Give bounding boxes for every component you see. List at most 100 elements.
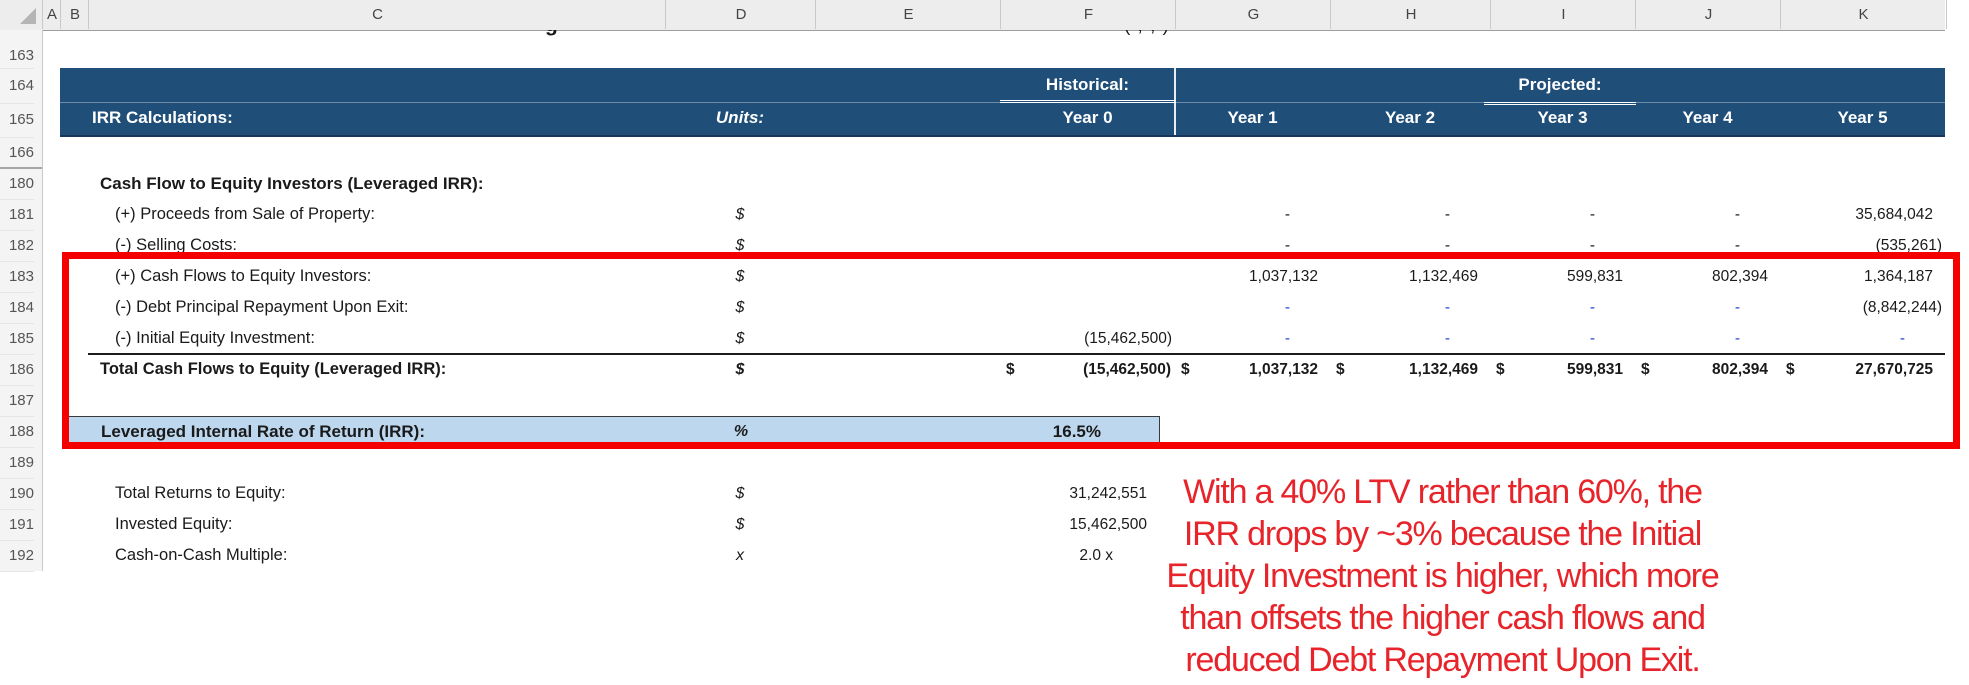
units-cell[interactable]: $ (665, 509, 815, 540)
year0-value-cell[interactable]: (15,462,500) (1000, 323, 1175, 354)
leveraged-irr-highlight-row[interactable]: Leveraged Internal Rate of Return (IRR):… (62, 416, 1160, 447)
year1-value-cell[interactable]: - (1175, 292, 1330, 323)
row-label-cell[interactable]: (-) Selling Costs: (115, 230, 237, 261)
row-cash-flows-to-equity: (+) Cash Flows to Equity Investors: $ 1,… (0, 261, 1969, 292)
units-cell[interactable]: $ (665, 199, 815, 230)
year5-header-cell[interactable]: Year 5 (1780, 103, 1945, 135)
units-cell[interactable]: $ (665, 292, 815, 323)
year3-total-cell[interactable]: $ 599,831 (1490, 354, 1635, 385)
row-header-187[interactable]: 187 (0, 385, 34, 417)
year5-value-cell[interactable]: (535,261) (1780, 230, 1945, 261)
column-header-K[interactable]: K (1780, 0, 1947, 29)
year2-value-cell[interactable]: - (1330, 199, 1490, 230)
year2-value-cell[interactable]: 1,132,469 (1330, 261, 1490, 292)
year3-value-cell[interactable]: - (1490, 230, 1635, 261)
year3-value-cell[interactable]: - (1490, 292, 1635, 323)
units-header-cell[interactable]: Units: (665, 103, 815, 135)
row-header-164[interactable]: 164 (0, 68, 34, 104)
year3-value-cell[interactable]: - (1490, 199, 1635, 230)
row-label-cell[interactable]: (-) Debt Principal Repayment Upon Exit: (115, 292, 408, 323)
row-selling-costs: (-) Selling Costs: $ - - - - (535,261) (0, 230, 1969, 261)
year5-value-cell[interactable]: 1,364,187 (1780, 261, 1945, 292)
column-header-G[interactable]: G (1175, 0, 1331, 29)
row-label-cell[interactable]: Invested Equity: (115, 509, 232, 540)
historical-header-cell[interactable]: Historical: (1000, 68, 1175, 103)
year5-value-cell[interactable]: 35,684,042 (1780, 199, 1945, 230)
year4-header-cell[interactable]: Year 4 (1635, 103, 1780, 135)
column-header-F[interactable]: F (1000, 0, 1176, 29)
row-header-189[interactable]: 189 (0, 447, 34, 479)
row-header-188[interactable]: 188 (0, 416, 34, 448)
column-header-C[interactable]: C (88, 0, 666, 29)
year4-value-cell[interactable]: - (1635, 230, 1780, 261)
currency-symbol: $ (1181, 361, 1190, 378)
column-header-H[interactable]: H (1330, 0, 1491, 29)
year2-total-cell[interactable]: $ 1,132,469 (1330, 354, 1490, 385)
currency-symbol: $ (1786, 361, 1795, 378)
spreadsheet: A B C D E F G H I J K 163 164 165 166 18… (0, 0, 1969, 685)
row-label-cell[interactable]: (+) Cash Flows to Equity Investors: (115, 261, 371, 292)
column-header-B[interactable]: B (60, 0, 89, 29)
year4-total-cell[interactable]: $ 802,394 (1635, 354, 1780, 385)
section-title-cell[interactable]: Cash Flow to Equity Investors (Leveraged… (100, 168, 484, 199)
irr-calculations-title-cell[interactable]: IRR Calculations: (92, 103, 233, 135)
row-label-cell[interactable]: (-) Initial Equity Investment: (115, 323, 315, 354)
annotation-line: Equity Investment is higher, which more (1166, 557, 1719, 595)
row-header-166[interactable]: 166 (0, 137, 34, 169)
year1-value-cell[interactable]: - (1175, 323, 1330, 354)
year4-value-cell[interactable]: - (1635, 199, 1780, 230)
column-header-D[interactable]: D (665, 0, 816, 29)
currency-symbol: $ (1336, 361, 1345, 378)
total-value: 27,670,725 (1855, 361, 1933, 378)
currency-symbol: $ (1496, 361, 1505, 378)
year5-value-cell[interactable]: - (1780, 323, 1945, 354)
year2-value-cell[interactable]: - (1330, 230, 1490, 261)
year3-value-cell[interactable]: 599,831 (1490, 261, 1635, 292)
units-cell[interactable]: $ (665, 354, 815, 385)
units-cell[interactable]: $ (665, 323, 815, 354)
units-cell[interactable]: x (665, 540, 815, 571)
units-cell[interactable]: $ (665, 230, 815, 261)
year3-value-cell[interactable]: - (1490, 323, 1635, 354)
year2-header-cell[interactable]: Year 2 (1330, 103, 1490, 135)
year0-total-cell[interactable]: $ (15,462,500) (1000, 354, 1175, 385)
select-all-corner[interactable] (0, 0, 43, 29)
column-header-A[interactable]: A (42, 0, 61, 29)
year0-header-cell[interactable]: Year 0 (1000, 103, 1175, 135)
row-proceeds-from-sale: (+) Proceeds from Sale of Property: $ - … (0, 199, 1969, 230)
row-label-cell[interactable]: Total Returns to Equity: (115, 478, 286, 509)
row-header-163[interactable]: 163 (0, 44, 34, 69)
total-value: 1,132,469 (1409, 361, 1478, 378)
year5-value-cell[interactable]: (8,842,244) (1780, 292, 1945, 323)
clipped-value-fragment: ( , , ) (1000, 30, 1170, 37)
year1-value-cell[interactable]: - (1175, 230, 1330, 261)
units-cell[interactable]: $ (665, 478, 815, 509)
column-header-I[interactable]: I (1490, 0, 1636, 29)
year2-value-cell[interactable]: - (1330, 292, 1490, 323)
units-cell[interactable]: $ (665, 261, 815, 292)
row-label-cell[interactable]: Cash-on-Cash Multiple: (115, 540, 287, 571)
year1-total-cell[interactable]: $ 1,037,132 (1175, 354, 1330, 385)
row-total-cash-flows: Total Cash Flows to Equity (Leveraged IR… (0, 354, 1969, 385)
year4-value-cell[interactable]: - (1635, 323, 1780, 354)
projected-header-cell[interactable]: Projected: (1175, 68, 1945, 105)
irr-value-cell: 16.5% (1052, 422, 1101, 441)
column-header-E[interactable]: E (815, 0, 1001, 29)
year3-header-cell[interactable]: Year 3 (1490, 103, 1635, 135)
year1-value-cell[interactable]: 1,037,132 (1175, 261, 1330, 292)
year4-value-cell[interactable]: 802,394 (1635, 261, 1780, 292)
annotation-line: With a 40% LTV rather than 60%, the (1183, 473, 1703, 511)
year2-value-cell[interactable]: - (1330, 323, 1490, 354)
year4-value-cell[interactable]: - (1635, 292, 1780, 323)
total-label-cell[interactable]: Total Cash Flows to Equity (Leveraged IR… (100, 354, 446, 385)
projected-header-label: Projected: (1484, 68, 1636, 105)
year1-header-cell[interactable]: Year 1 (1175, 103, 1330, 135)
column-header-J[interactable]: J (1635, 0, 1781, 29)
row-header-165[interactable]: 165 (0, 103, 34, 138)
year1-value-cell[interactable]: - (1175, 199, 1330, 230)
row-label-cell[interactable]: (+) Proceeds from Sale of Property: (115, 199, 375, 230)
annotation-text: With a 40% LTV rather than 60%, the IRR … (960, 471, 1925, 681)
row-debt-principal-repayment: (-) Debt Principal Repayment Upon Exit: … (0, 292, 1969, 323)
year5-total-cell[interactable]: $ 27,670,725 (1780, 354, 1945, 385)
column-header-strip: A B C D E F G H I J K (0, 0, 1947, 31)
